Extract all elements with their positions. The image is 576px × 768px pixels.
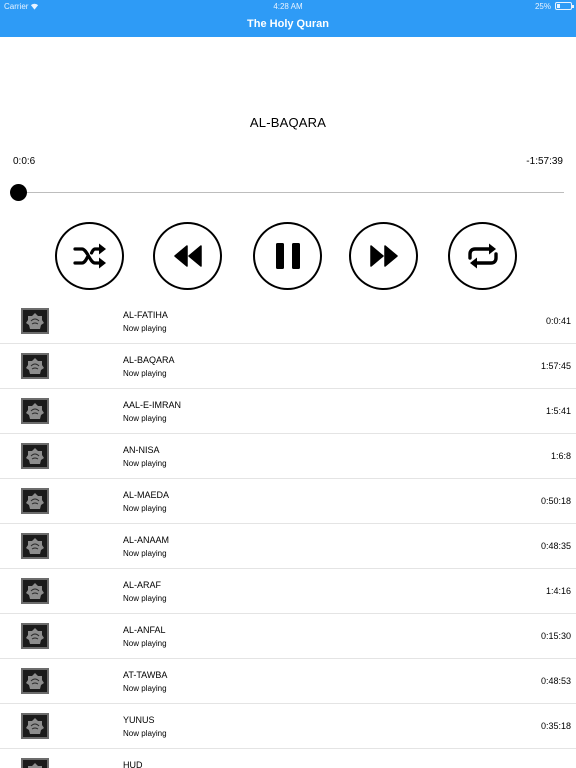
surah-thumbnail <box>21 488 49 514</box>
surah-name: AL-ANAAM <box>123 535 170 545</box>
surah-name: AL-FATIHA <box>123 310 168 320</box>
surah-name: AL-ARAF <box>123 580 162 590</box>
surah-thumbnail <box>21 308 49 334</box>
calligraphy-icon <box>26 673 44 689</box>
surah-duration: 1:5:41 <box>545 406 571 416</box>
surah-thumbnail <box>21 533 49 559</box>
app-header: Carrier 4:28 AM 25% The Holy Quran <box>0 0 576 37</box>
calligraphy-icon <box>26 493 44 509</box>
surah-status: Now playing <box>123 414 167 423</box>
page-title: The Holy Quran <box>247 18 329 30</box>
surah-name: YUNUS <box>123 715 155 725</box>
shuffle-icon <box>72 243 106 269</box>
surah-thumbnail <box>21 668 49 694</box>
list-item[interactable]: AL-ANAAM Now playing 0:48:35 <box>0 524 576 569</box>
surah-thumbnail <box>21 398 49 424</box>
surah-thumbnail <box>21 353 49 379</box>
surah-duration: 1:6:8 <box>550 451 571 461</box>
surah-duration: 0:48:53 <box>540 676 571 686</box>
progress-slider-track[interactable] <box>18 192 564 193</box>
surah-status: Now playing <box>123 324 167 333</box>
surah-duration: 0:50:18 <box>540 496 571 506</box>
list-item[interactable]: AL-ARAF Now playing 1:4:16 <box>0 569 576 614</box>
calligraphy-icon <box>26 538 44 554</box>
surah-status: Now playing <box>123 369 167 378</box>
surah-status: Now playing <box>123 729 167 738</box>
calligraphy-icon <box>26 583 44 599</box>
remaining-time: -1:57:39 <box>526 156 563 167</box>
surah-name: AT-TAWBA <box>123 670 168 680</box>
list-item[interactable]: AN-NISA Now playing 1:6:8 <box>0 434 576 479</box>
surah-thumbnail <box>21 443 49 469</box>
list-item[interactable]: AL-MAEDA Now playing 0:50:18 <box>0 479 576 524</box>
calligraphy-icon <box>26 718 44 734</box>
surah-list: AL-FATIHA Now playing 0:0:41 AL-BAQARA Now p… <box>0 299 576 768</box>
calligraphy-icon <box>26 403 44 419</box>
surah-name: AL-BAQARA <box>123 355 175 365</box>
list-item[interactable]: AAL-E-IMRAN Now playing 1:5:41 <box>0 389 576 434</box>
surah-name: AL-MAEDA <box>123 490 170 500</box>
battery-icon <box>555 2 574 10</box>
calligraphy-icon <box>26 448 44 464</box>
surah-thumbnail <box>21 578 49 604</box>
surah-duration: 0:35:18 <box>540 721 571 731</box>
surah-status: Now playing <box>123 684 167 693</box>
surah-status: Now playing <box>123 504 167 513</box>
fast-forward-button[interactable] <box>349 222 418 290</box>
surah-name: AL-ANFAL <box>123 625 166 635</box>
pause-button[interactable] <box>253 222 322 290</box>
list-item[interactable]: AL-BAQARA Now playing 1:57:45 <box>0 344 576 389</box>
list-item[interactable]: HUD <box>0 749 576 768</box>
playback-controls <box>0 222 576 290</box>
calligraphy-icon <box>26 313 44 329</box>
repeat-button[interactable] <box>448 222 517 290</box>
surah-status: Now playing <box>123 639 167 648</box>
surah-status: Now playing <box>123 459 167 468</box>
calligraphy-icon <box>26 628 44 644</box>
now-playing-title: AL-BAQARA <box>249 115 327 130</box>
progress-slider-thumb[interactable] <box>10 184 27 201</box>
list-item[interactable]: YUNUS Now playing 0:35:18 <box>0 704 576 749</box>
list-item[interactable]: AT-TAWBA Now playing 0:48:53 <box>0 659 576 704</box>
status-bar: Carrier 4:28 AM 25% <box>0 0 576 13</box>
surah-name: HUD <box>123 760 143 768</box>
surah-status: Now playing <box>123 594 167 603</box>
elapsed-time: 0:0:6 <box>13 156 36 167</box>
repeat-icon <box>467 243 498 269</box>
pause-icon <box>275 243 300 269</box>
rewind-button[interactable] <box>153 222 222 290</box>
surah-duration: 0:0:41 <box>545 316 571 326</box>
surah-duration: 0:15:30 <box>540 631 571 641</box>
battery-percent: 25% <box>534 2 551 11</box>
shuffle-button[interactable] <box>55 222 124 290</box>
fast-forward-icon <box>369 245 398 267</box>
list-item[interactable]: AL-FATIHA Now playing 0:0:41 <box>0 299 576 344</box>
list-item[interactable]: AL-ANFAL Now playing 0:15:30 <box>0 614 576 659</box>
surah-duration: 1:4:16 <box>545 586 571 596</box>
surah-thumbnail <box>21 758 49 768</box>
rewind-icon <box>173 245 202 267</box>
calligraphy-icon <box>28 763 42 768</box>
calligraphy-icon <box>26 358 44 374</box>
surah-name: AAL-E-IMRAN <box>123 400 182 410</box>
surah-duration: 0:48:35 <box>540 541 571 551</box>
surah-name: AN-NISA <box>123 445 160 455</box>
surah-thumbnail <box>21 623 49 649</box>
surah-status: Now playing <box>123 549 167 558</box>
surah-thumbnail <box>21 713 49 739</box>
clock-label: 4:28 AM <box>273 2 303 11</box>
surah-duration: 1:57:45 <box>540 361 571 371</box>
